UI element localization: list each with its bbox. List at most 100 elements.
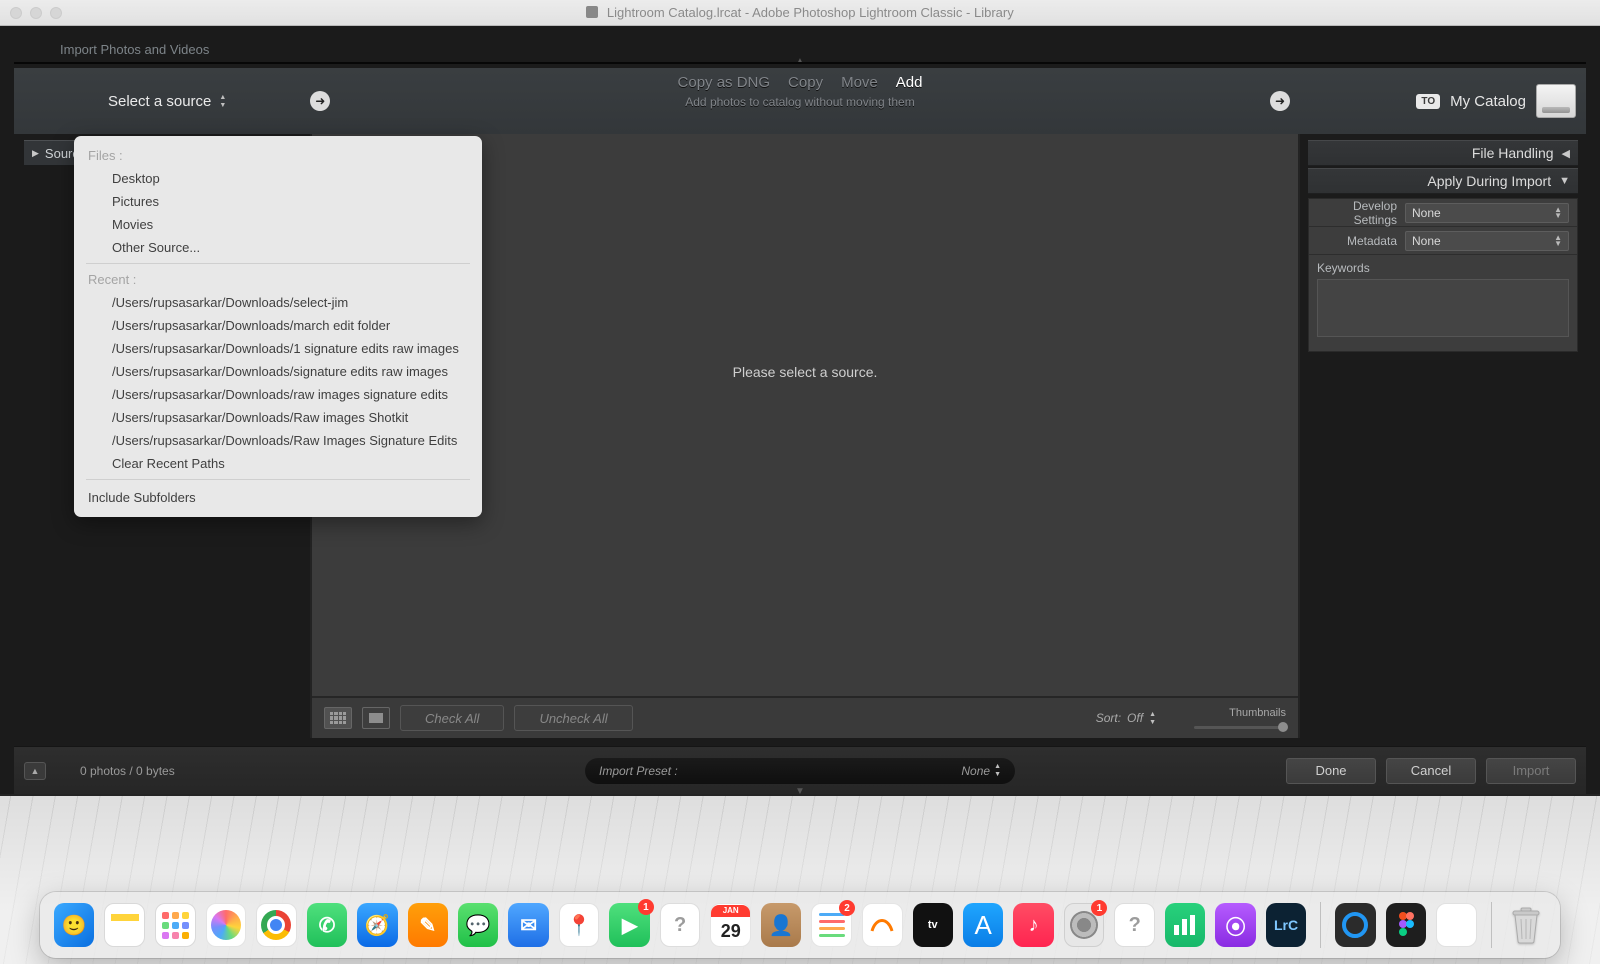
menu-item-include-subfolders[interactable]: Include Subfolders: [74, 484, 482, 511]
freeform-icon[interactable]: [862, 903, 903, 947]
menu-item-other-source[interactable]: Other Source...: [74, 236, 482, 259]
slider-knob[interactable]: [1278, 722, 1288, 732]
slider-track[interactable]: [1194, 726, 1286, 729]
podcasts-icon[interactable]: ⦿: [1215, 903, 1255, 947]
menu-item-clear-recent[interactable]: Clear Recent Paths: [74, 452, 482, 475]
uncheck-all-button[interactable]: Uncheck All: [514, 705, 632, 731]
import-modes: Copy as DNG Copy Move Add Add photos to …: [678, 74, 923, 109]
import-preset-value: None: [961, 764, 990, 778]
close-dot[interactable]: [10, 7, 22, 19]
dock-separator: [1320, 902, 1321, 948]
menu-item-recent[interactable]: /Users/rupsasarkar/Downloads/march edit …: [74, 314, 482, 337]
destination-label: My Catalog: [1450, 93, 1526, 110]
numbers-icon[interactable]: [1165, 903, 1205, 947]
traffic-lights: [10, 7, 62, 19]
mode-move[interactable]: Move: [841, 74, 878, 91]
menu-item-recent[interactable]: /Users/rupsasarkar/Downloads/select-jim: [74, 291, 482, 314]
import-button[interactable]: Import: [1486, 758, 1576, 784]
minimize-dot[interactable]: [30, 7, 42, 19]
preview-footer: Check All Uncheck All Sort: Off ▲▼ Thumb…: [312, 696, 1298, 738]
minimize-panel-button[interactable]: ▲: [24, 762, 46, 780]
menu-divider: [86, 263, 470, 264]
system-settings-icon[interactable]: 1: [1064, 903, 1105, 947]
launchpad-icon[interactable]: [155, 903, 196, 947]
apple-tv-icon[interactable]: tv: [913, 903, 953, 947]
updown-icon: ▲▼: [1554, 235, 1562, 247]
metadata-select[interactable]: None ▲▼: [1405, 231, 1569, 251]
calendar-month: JAN: [711, 905, 750, 917]
apply-during-import-body: Develop Settings None ▲▼ Metadata None ▲…: [1308, 198, 1578, 352]
menu-item-recent[interactable]: /Users/rupsasarkar/Downloads/Raw Images …: [74, 429, 482, 452]
source-selector[interactable]: Select a source ▲▼: [108, 93, 226, 110]
metadata-value: None: [1412, 234, 1441, 248]
grid-view-button[interactable]: [324, 707, 352, 729]
maps-icon[interactable]: 📍: [559, 903, 600, 947]
menu-divider: [86, 479, 470, 480]
thumbnail-slider[interactable]: Thumbnails: [1194, 707, 1286, 729]
mode-copy[interactable]: Copy: [788, 74, 823, 91]
reminders-icon[interactable]: 2: [811, 903, 852, 947]
arrow-right-icon[interactable]: ➜: [1270, 91, 1290, 111]
metadata-label: Metadata: [1309, 234, 1405, 248]
preview-icon[interactable]: 🖼: [1436, 903, 1477, 947]
mode-copy-dng[interactable]: Copy as DNG: [678, 74, 771, 91]
develop-settings-select[interactable]: None ▲▼: [1405, 203, 1569, 223]
apply-during-import-header[interactable]: Apply During Import ▼: [1308, 168, 1578, 194]
import-topbar: Select a source ▲▼ ➜ Copy as DNG Copy Mo…: [14, 68, 1586, 134]
music-icon[interactable]: ♪: [1013, 903, 1053, 947]
finder-icon[interactable]: 🙂: [54, 903, 94, 947]
loupe-view-button[interactable]: [362, 707, 390, 729]
unknown-app-icon[interactable]: ?: [1114, 903, 1155, 947]
facetime-icon[interactable]: ▶1: [609, 903, 649, 947]
notes-icon[interactable]: [104, 903, 145, 947]
whatsapp-icon[interactable]: ✆: [307, 903, 347, 947]
help-icon[interactable]: ?: [660, 903, 701, 947]
bottom-handle-icon[interactable]: ▼: [795, 786, 805, 797]
mode-subtitle: Add photos to catalog without moving the…: [678, 95, 923, 109]
trash-icon[interactable]: [1506, 903, 1546, 947]
keywords-input[interactable]: [1317, 279, 1569, 337]
figma-icon[interactable]: [1386, 903, 1426, 947]
keywords-section: Keywords: [1309, 255, 1577, 351]
photos-icon[interactable]: [206, 903, 247, 947]
menu-item-pictures[interactable]: Pictures: [74, 190, 482, 213]
badge: 1: [1091, 900, 1107, 916]
arrow-right-icon[interactable]: ➜: [310, 91, 330, 111]
mode-add[interactable]: Add: [896, 74, 923, 91]
safari-icon[interactable]: 🧭: [357, 903, 397, 947]
updown-icon: ▲▼: [994, 763, 1001, 778]
updown-icon: ▲▼: [1554, 207, 1562, 219]
cancel-button[interactable]: Cancel: [1386, 758, 1476, 784]
menu-section-files: Files :: [74, 144, 482, 167]
chrome-icon[interactable]: [256, 903, 297, 947]
app-store-icon[interactable]: A: [963, 903, 1003, 947]
lightroom-classic-icon[interactable]: LrC: [1266, 903, 1306, 947]
grid-icon: [330, 712, 346, 724]
contacts-icon[interactable]: 👤: [761, 903, 801, 947]
menu-item-recent[interactable]: /Users/rupsasarkar/Downloads/signature e…: [74, 360, 482, 383]
source-label: Select a source: [108, 93, 211, 110]
done-button[interactable]: Done: [1286, 758, 1376, 784]
calendar-icon[interactable]: JAN29: [710, 903, 751, 947]
menu-item-recent[interactable]: /Users/rupsasarkar/Downloads/Raw images …: [74, 406, 482, 429]
menu-item-desktop[interactable]: Desktop: [74, 167, 482, 190]
keywords-label: Keywords: [1317, 261, 1370, 275]
quicktime-icon[interactable]: [1335, 903, 1375, 947]
updown-icon: ▲▼: [1149, 711, 1156, 726]
messages-icon[interactable]: 💬: [458, 903, 498, 947]
check-all-button[interactable]: Check All: [400, 705, 504, 731]
menu-item-movies[interactable]: Movies: [74, 213, 482, 236]
import-preset-select[interactable]: Import Preset : None ▲▼: [585, 758, 1015, 784]
file-handling-header[interactable]: File Handling ◀: [1308, 140, 1578, 166]
menu-item-recent[interactable]: /Users/rupsasarkar/Downloads/1 signature…: [74, 337, 482, 360]
sort-control[interactable]: Sort: Off ▲▼: [1096, 711, 1156, 726]
menu-item-recent[interactable]: /Users/rupsasarkar/Downloads/raw images …: [74, 383, 482, 406]
mac-dock: 🙂 ✆ 🧭 ✎ 💬 ✉︎ 📍 ▶1 ? JAN29 👤 2 tv A ♪ 1 ?…: [40, 892, 1560, 958]
pages-icon[interactable]: ✎: [408, 903, 448, 947]
sort-value: Off: [1127, 711, 1143, 725]
source-dropdown-menu: Files : Desktop Pictures Movies Other So…: [74, 136, 482, 517]
zoom-dot[interactable]: [50, 7, 62, 19]
window-title: Lightroom Catalog.lrcat - Adobe Photosho…: [0, 5, 1600, 20]
destination-group[interactable]: TO My Catalog: [1416, 84, 1576, 118]
mail-icon[interactable]: ✉︎: [508, 903, 548, 947]
